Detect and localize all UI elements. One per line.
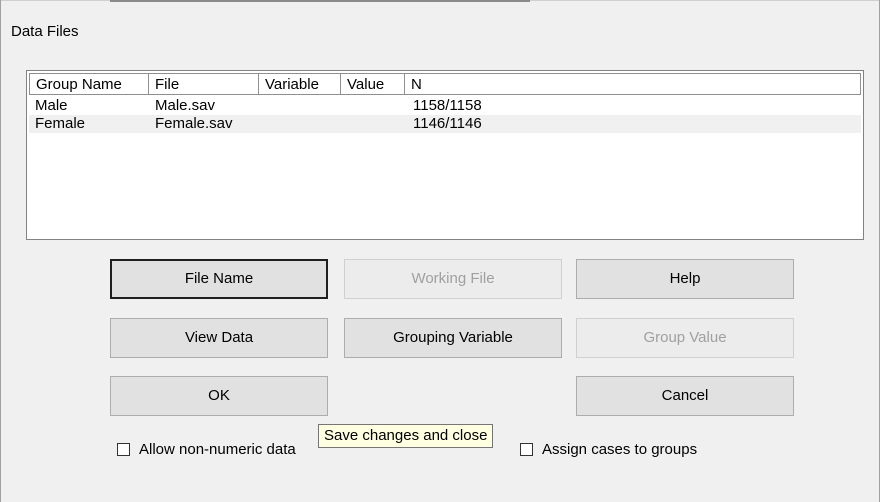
column-header-n[interactable]: N <box>405 73 861 95</box>
allow-non-numeric-checkbox[interactable]: Allow non-numeric data <box>117 441 296 458</box>
grouping-variable-button[interactable]: Grouping Variable <box>344 318 562 358</box>
cell-file: Female.sav <box>155 115 233 132</box>
working-file-button: Working File <box>344 259 562 299</box>
assign-cases-label: Assign cases to groups <box>542 441 698 458</box>
cancel-button[interactable]: Cancel <box>576 376 794 416</box>
cell-group-name: Female <box>35 115 86 132</box>
column-header-file[interactable]: File <box>149 73 259 95</box>
cell-n: 1146/1146 <box>413 115 482 132</box>
group-value-button: Group Value <box>576 318 794 358</box>
allow-non-numeric-label: Allow non-numeric data <box>139 441 296 458</box>
cell-file: Male.sav <box>155 97 216 114</box>
checkbox-box[interactable] <box>117 443 130 456</box>
column-header-group-name[interactable]: Group Name <box>29 73 149 95</box>
column-header-value[interactable]: Value <box>341 73 405 95</box>
cell-group-name: Male <box>35 97 68 114</box>
list-header: Group Name File Variable Value N <box>29 73 861 95</box>
list-rows: Male Male.sav 1158/1158 Female Female.sa… <box>29 97 861 133</box>
ok-button[interactable]: OK <box>110 376 328 416</box>
ok-tooltip: Save changes and close <box>318 424 494 448</box>
data-files-list[interactable]: Group Name File Variable Value N Male Ma… <box>26 70 864 240</box>
checkbox-box[interactable] <box>520 443 533 456</box>
help-button[interactable]: Help <box>576 259 794 299</box>
table-row[interactable]: Female Female.sav 1146/1146 <box>29 115 861 133</box>
cell-n: 1158/1158 <box>413 97 482 114</box>
table-row[interactable]: Male Male.sav 1158/1158 <box>29 97 861 115</box>
dialog-title: Data Files <box>11 23 79 40</box>
window-left-border <box>0 0 1 502</box>
window-top-accent <box>110 0 530 2</box>
view-data-button[interactable]: View Data <box>110 318 328 358</box>
column-header-variable[interactable]: Variable <box>259 73 341 95</box>
assign-cases-checkbox[interactable]: Assign cases to groups <box>520 441 697 458</box>
file-name-button[interactable]: File Name <box>110 259 328 299</box>
